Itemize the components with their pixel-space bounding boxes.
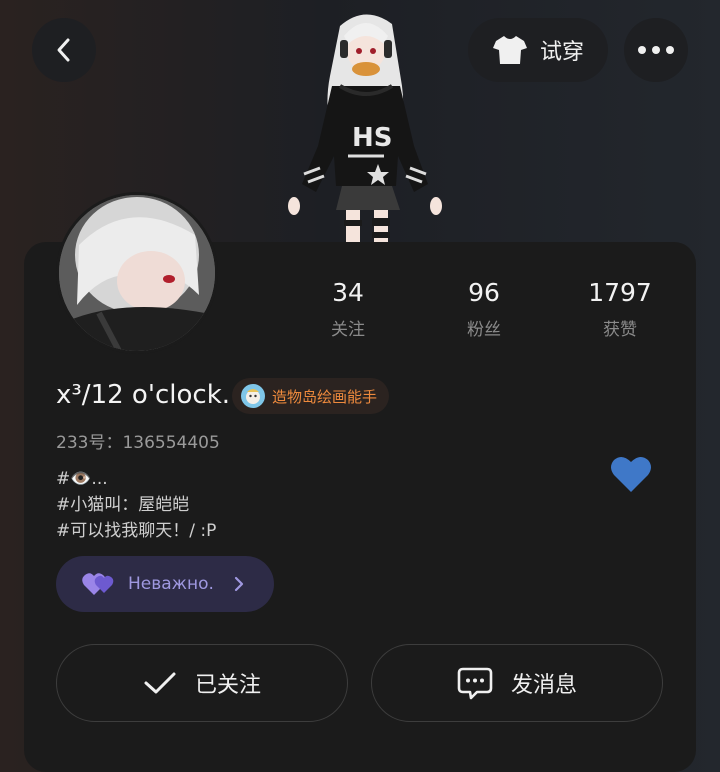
- chevron-left-icon: [57, 38, 70, 62]
- send-message-label: 发消息: [510, 673, 577, 698]
- try-on-label: 试穿: [539, 40, 584, 65]
- avatar-character[interactable]: HS: [280, 6, 450, 244]
- likes-label: 获赞: [603, 320, 637, 340]
- send-message-button[interactable]: 发消息: [371, 644, 663, 722]
- fans-count: 96: [468, 278, 500, 307]
- more-button[interactable]: [624, 18, 688, 82]
- bio: #👁️... #小猫叫：屋皑皑 #可以找我聊天！/ :P: [56, 466, 216, 544]
- bio-line: #小猫叫：屋皑皑: [56, 495, 190, 515]
- checkmark-icon: [144, 672, 176, 694]
- user-id: 233号：136554405: [56, 433, 220, 453]
- tshirt-icon: [492, 36, 527, 64]
- following-count: 34: [332, 278, 364, 307]
- mood-status-button[interactable]: Неважно.: [56, 556, 274, 612]
- following-label: 关注: [331, 320, 365, 340]
- profile-avatar-image: [59, 195, 215, 351]
- back-button[interactable]: [32, 18, 96, 82]
- fans-label: 粉丝: [467, 320, 501, 340]
- mood-label: Неважно.: [128, 574, 214, 594]
- badge-label: 造物岛绘画能手: [272, 387, 378, 406]
- stat-likes[interactable]: 1797 获赞: [560, 278, 680, 340]
- username: x³/12 o'clock.: [56, 380, 231, 410]
- followed-label: 已关注: [194, 673, 261, 698]
- svg-text:HS: HS: [352, 123, 393, 153]
- followed-button[interactable]: 已关注: [56, 644, 348, 722]
- bio-line: #可以找我聊天！/ :P: [56, 521, 217, 541]
- heart-icon[interactable]: [610, 454, 652, 494]
- stat-fans[interactable]: 96 粉丝: [424, 278, 544, 340]
- profile-avatar[interactable]: [56, 192, 218, 354]
- achievement-badge[interactable]: 造物岛绘画能手: [232, 378, 390, 414]
- try-on-button[interactable]: 试穿: [468, 18, 608, 82]
- bio-line: #👁️...: [56, 469, 108, 489]
- chevron-right-icon: [234, 576, 244, 592]
- likes-count: 1797: [588, 278, 652, 307]
- chat-bubble-icon: [457, 667, 493, 700]
- stat-following[interactable]: 34 关注: [288, 278, 408, 340]
- more-dots-icon: [638, 46, 674, 54]
- double-heart-icon: [82, 573, 114, 595]
- badge-avatar-icon: [241, 384, 265, 408]
